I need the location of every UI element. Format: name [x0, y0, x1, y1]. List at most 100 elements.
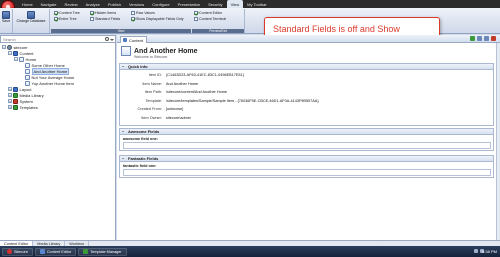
ribbon-tab-view[interactable]: View [226, 0, 244, 8]
content-toolbar [470, 36, 496, 41]
fantastic-fields-header[interactable]: Fantastic Fields [120, 156, 493, 162]
content-tree: − sitecore − Content − Home Some Other Home And… [0, 43, 116, 240]
content-terminal-checkbox[interactable]: Content Terminal [194, 17, 226, 21]
ribbon-tab-publish[interactable]: Publish [104, 0, 125, 8]
expand-toggle-icon[interactable]: − [14, 57, 18, 61]
expand-toggle-icon[interactable]: + [8, 87, 12, 91]
raw-values-checkbox[interactable]: Raw Values [131, 11, 155, 15]
tree-item[interactable]: + Templates [8, 104, 38, 110]
search-placeholder: Search [3, 37, 16, 42]
ribbon-tab-review[interactable]: Review [60, 0, 81, 8]
quick-info-label: Item Path: [144, 90, 162, 94]
quick-info-label: Created From: [137, 107, 162, 111]
ribbon-tab-versions[interactable]: Versions [125, 0, 148, 8]
page-icon [25, 80, 30, 86]
options-icon[interactable] [484, 36, 489, 41]
checkbox-unchecked-icon [90, 17, 94, 21]
ribbon-tabs: Home Navigate Review Analyze Publish Versions… [18, 0, 271, 8]
tree-item-label: System [19, 98, 33, 104]
clock: 9:38 PM [482, 249, 497, 254]
tree-item-label: Content [19, 50, 34, 56]
standard-fields-label: Standard Fields [95, 17, 121, 21]
item-page-icon [121, 46, 131, 56]
quick-info-section: Quick Info Item ID: {C1463D23-AF63-41EC-8… [119, 63, 494, 126]
ribbon-tab-security[interactable]: Security [204, 0, 226, 8]
search-icon[interactable] [105, 37, 109, 41]
ribbon-tab-my-toolbar[interactable]: My Toolbar [243, 0, 271, 8]
save-label: Save [2, 19, 11, 23]
tree-item-label: Media Library [19, 92, 44, 98]
tree-search-input[interactable]: Search [0, 35, 116, 43]
standard-fields-checkbox[interactable]: Standard Fields [90, 17, 120, 21]
save-button[interactable]: Save [2, 11, 10, 23]
checkbox-checked-icon [90, 11, 94, 15]
chevron-down-icon[interactable] [110, 39, 114, 41]
save-icon [2, 11, 11, 19]
ribbon-tab-navigate[interactable]: Navigate [37, 0, 61, 8]
checkbox-checked-icon [54, 17, 58, 21]
entire-tree-checkbox[interactable]: Entire Tree [54, 17, 77, 21]
ribbon-group-write: Save [0, 9, 13, 33]
ribbon-tab-configure[interactable]: Configure [148, 0, 173, 8]
folder-icon [13, 98, 18, 104]
content-editor-checkbox[interactable]: Content Editor [194, 11, 222, 15]
fantastic-field-one-label: fantastic field one: [123, 164, 157, 168]
expand-toggle-icon[interactable]: + [8, 105, 12, 109]
awesome-fields-section: Awesome Fields awesome field one: [119, 128, 494, 151]
ribbon-tab-home[interactable]: Home [18, 0, 37, 8]
show-displayable-checkbox[interactable]: Show Displayable Fields Only [131, 17, 184, 21]
expand-toggle-icon[interactable]: − [2, 45, 6, 49]
navigate-forward-icon[interactable] [477, 36, 482, 41]
checkbox-checked-icon [131, 17, 135, 21]
page-icon [25, 62, 30, 68]
ribbon-group-preview-label: Preview/Exit [192, 29, 244, 33]
change-database-button[interactable]: Change Database [16, 11, 46, 23]
quick-info-value: /sitecore/templates/Sample/Sample Item -… [166, 98, 319, 103]
hidden-items-checkbox[interactable]: Hidden Items [90, 11, 116, 15]
ribbon-tab-bar: Home Navigate Review Analyze Publish Versions… [0, 0, 500, 14]
expand-toggle-icon[interactable]: + [8, 93, 12, 97]
tray-icon[interactable] [474, 249, 478, 253]
content-editor-icon [39, 249, 45, 254]
taskbar-item-label: Content Editor [46, 249, 72, 254]
quick-info-label: Item Owner: [141, 115, 162, 120]
expand-toggle-icon[interactable]: + [8, 99, 12, 103]
taskbar-item-template-manager[interactable]: Template Manager [78, 247, 127, 256]
expand-toggle-icon[interactable]: − [8, 51, 12, 55]
quick-info-value: [unknown] [166, 107, 184, 111]
change-database-label: Change Database [16, 19, 46, 23]
tab-content[interactable]: Content [120, 36, 148, 43]
template-manager-icon [83, 249, 89, 254]
content-editor-label: Content Editor [199, 11, 222, 15]
quick-info-header[interactable]: Quick Info [120, 64, 493, 70]
page-icon [25, 74, 30, 80]
tree-item-label: Templates [19, 104, 38, 110]
quick-info-label: Item ID: [148, 73, 162, 77]
navigate-back-icon[interactable] [470, 36, 475, 41]
quick-info-label: Template: [145, 98, 162, 103]
awesome-field-one-input[interactable] [123, 142, 491, 149]
awesome-fields-header[interactable]: Awesome Fields [120, 129, 493, 135]
close-icon[interactable] [491, 36, 496, 41]
ribbon-group-view-label: View [51, 29, 191, 33]
ribbon-tab-presentation[interactable]: Presentation [174, 0, 204, 8]
ribbon-group-view: Content Tree Entire Tree Hidden Items St… [51, 9, 245, 33]
taskbar-item-label: Template Manager [90, 249, 122, 254]
taskbar: Sitecore Content Editor Template Manager… [0, 246, 500, 257]
start-label: Sitecore [14, 249, 28, 254]
content-scrollbar[interactable] [496, 43, 500, 240]
fantastic-field-one-input[interactable] [123, 169, 491, 176]
quick-info-value: And Another Home [166, 81, 199, 86]
start-button[interactable]: Sitecore [2, 247, 33, 256]
tree-item-label: sitecore [13, 44, 28, 50]
content-header: Content [117, 35, 500, 43]
checkbox-checked-icon [54, 11, 58, 15]
taskbar-item-content-editor[interactable]: Content Editor [34, 247, 77, 256]
ribbon-tab-analyze[interactable]: Analyze [82, 0, 104, 8]
awesome-field-one-label: awesome field one: [123, 137, 159, 141]
show-displayable-label: Show Displayable Fields Only [136, 17, 184, 21]
tree-item-label: Home [25, 56, 37, 62]
content-tree-checkbox[interactable]: Content Tree [54, 11, 80, 15]
page-icon [19, 56, 24, 62]
content-editor-panel: And Another Home Welcome to Sitecore. Qu… [117, 43, 496, 240]
